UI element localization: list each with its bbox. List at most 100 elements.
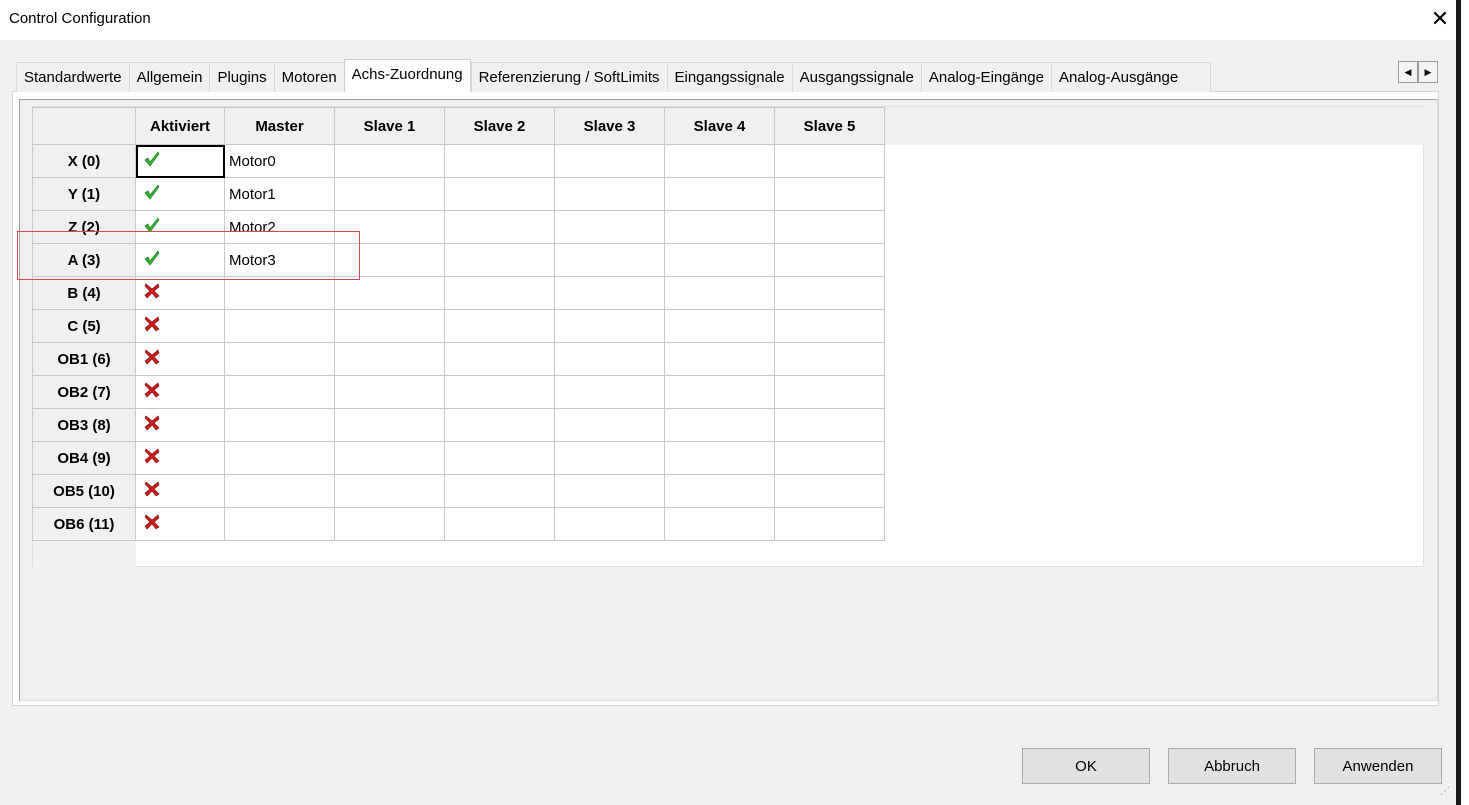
slave-4-cell[interactable] (664, 342, 775, 376)
tab-achs-zuordnung[interactable]: Achs-Zuordnung (343, 59, 471, 92)
slave-5-cell[interactable] (774, 177, 885, 211)
master-cell[interactable] (224, 441, 335, 475)
master-cell[interactable] (224, 507, 335, 541)
activated-cell[interactable] (135, 342, 225, 376)
tab-referenzierung-softlimits[interactable]: Referenzierung / SoftLimits (470, 62, 667, 92)
slave-1-cell[interactable] (334, 309, 445, 343)
slave-1-cell[interactable] (334, 375, 445, 409)
close-button[interactable]: ✕ (1425, 4, 1455, 34)
slave-4-cell[interactable] (664, 177, 775, 211)
slave-5-cell[interactable] (774, 243, 885, 277)
slave-5-cell[interactable] (774, 309, 885, 343)
tab-analog-ausgänge[interactable]: Analog-Ausgänge (1050, 62, 1211, 92)
slave-2-cell[interactable] (444, 177, 555, 211)
slave-5-cell[interactable] (774, 375, 885, 409)
green-checkmark-icon (144, 184, 160, 204)
slave-3-cell[interactable] (554, 342, 665, 376)
slave-5-cell[interactable] (774, 507, 885, 541)
slave-4-cell[interactable] (664, 210, 775, 244)
slave-2-cell[interactable] (444, 441, 555, 475)
tab-ausgangssignale[interactable]: Ausgangssignale (791, 62, 921, 92)
slave-3-cell[interactable] (554, 309, 665, 343)
activated-cell[interactable] (135, 375, 225, 409)
slave-4-cell[interactable] (664, 474, 775, 508)
slave-4-cell[interactable] (664, 408, 775, 442)
slave-5-cell[interactable] (774, 210, 885, 244)
close-icon: ✕ (1430, 6, 1450, 31)
row-header: OB1 (6) (32, 342, 136, 376)
slave-4-cell[interactable] (664, 309, 775, 343)
slave-4-cell[interactable] (664, 441, 775, 475)
slave-2-cell[interactable] (444, 276, 555, 310)
slave-2-cell[interactable] (444, 375, 555, 409)
tab-standardwerte[interactable]: Standardwerte (16, 62, 129, 92)
slave-3-cell[interactable] (554, 507, 665, 541)
slave-1-cell[interactable] (334, 276, 445, 310)
master-cell[interactable] (224, 342, 335, 376)
activated-cell[interactable] (135, 276, 225, 310)
activated-cell[interactable] (135, 144, 225, 178)
slave-5-cell[interactable] (774, 408, 885, 442)
slave-5-cell[interactable] (774, 342, 885, 376)
master-cell[interactable]: Motor1 (224, 177, 335, 211)
master-cell[interactable] (224, 276, 335, 310)
slave-3-cell[interactable] (554, 375, 665, 409)
slave-1-cell[interactable] (334, 474, 445, 508)
activated-cell[interactable] (135, 474, 225, 508)
master-cell[interactable] (224, 309, 335, 343)
slave-3-cell[interactable] (554, 243, 665, 277)
slave-1-cell[interactable] (334, 441, 445, 475)
slave-2-cell[interactable] (444, 243, 555, 277)
tab-allgemein[interactable]: Allgemein (128, 62, 210, 92)
slave-1-cell[interactable] (334, 177, 445, 211)
ok-button[interactable]: OK (1022, 748, 1150, 784)
tab-plugins[interactable]: Plugins (209, 62, 274, 92)
slave-2-cell[interactable] (444, 408, 555, 442)
slave-5-cell[interactable] (774, 276, 885, 310)
column-header: Slave 3 (554, 107, 665, 145)
activated-cell[interactable] (135, 408, 225, 442)
slave-5-cell[interactable] (774, 474, 885, 508)
slave-3-cell[interactable] (554, 144, 665, 178)
slave-2-cell[interactable] (444, 342, 555, 376)
activated-cell[interactable] (135, 507, 225, 541)
slave-4-cell[interactable] (664, 276, 775, 310)
slave-2-cell[interactable] (444, 474, 555, 508)
slave-2-cell[interactable] (444, 309, 555, 343)
slave-1-cell[interactable] (334, 507, 445, 541)
apply-button[interactable]: Anwenden (1314, 748, 1442, 784)
slave-1-cell[interactable] (334, 144, 445, 178)
tab-eingangssignale[interactable]: Eingangssignale (666, 62, 792, 92)
activated-cell[interactable] (135, 309, 225, 343)
slave-3-cell[interactable] (554, 474, 665, 508)
slave-3-cell[interactable] (554, 276, 665, 310)
slave-2-cell[interactable] (444, 144, 555, 178)
slave-4-cell[interactable] (664, 507, 775, 541)
slave-3-cell[interactable] (554, 408, 665, 442)
resize-grip-icon[interactable]: ⋰ (1440, 786, 1450, 797)
activated-cell[interactable] (135, 177, 225, 211)
slave-1-cell[interactable] (334, 408, 445, 442)
slave-4-cell[interactable] (664, 375, 775, 409)
column-header: Master (224, 107, 335, 145)
slave-1-cell[interactable] (334, 342, 445, 376)
tab-scroll-left-button[interactable]: ◀ (1398, 61, 1418, 83)
slave-2-cell[interactable] (444, 507, 555, 541)
slave-2-cell[interactable] (444, 210, 555, 244)
slave-3-cell[interactable] (554, 210, 665, 244)
activated-cell[interactable] (135, 441, 225, 475)
master-cell[interactable] (224, 375, 335, 409)
slave-5-cell[interactable] (774, 144, 885, 178)
master-cell[interactable]: Motor0 (224, 144, 335, 178)
slave-4-cell[interactable] (664, 243, 775, 277)
cancel-button[interactable]: Abbruch (1168, 748, 1296, 784)
tab-analog-eingänge[interactable]: Analog-Eingänge (920, 62, 1051, 92)
slave-3-cell[interactable] (554, 177, 665, 211)
slave-4-cell[interactable] (664, 144, 775, 178)
slave-3-cell[interactable] (554, 441, 665, 475)
tab-scroll-right-button[interactable]: ▶ (1418, 61, 1438, 83)
master-cell[interactable] (224, 474, 335, 508)
tab-motoren[interactable]: Motoren (273, 62, 344, 92)
slave-5-cell[interactable] (774, 441, 885, 475)
master-cell[interactable] (224, 408, 335, 442)
